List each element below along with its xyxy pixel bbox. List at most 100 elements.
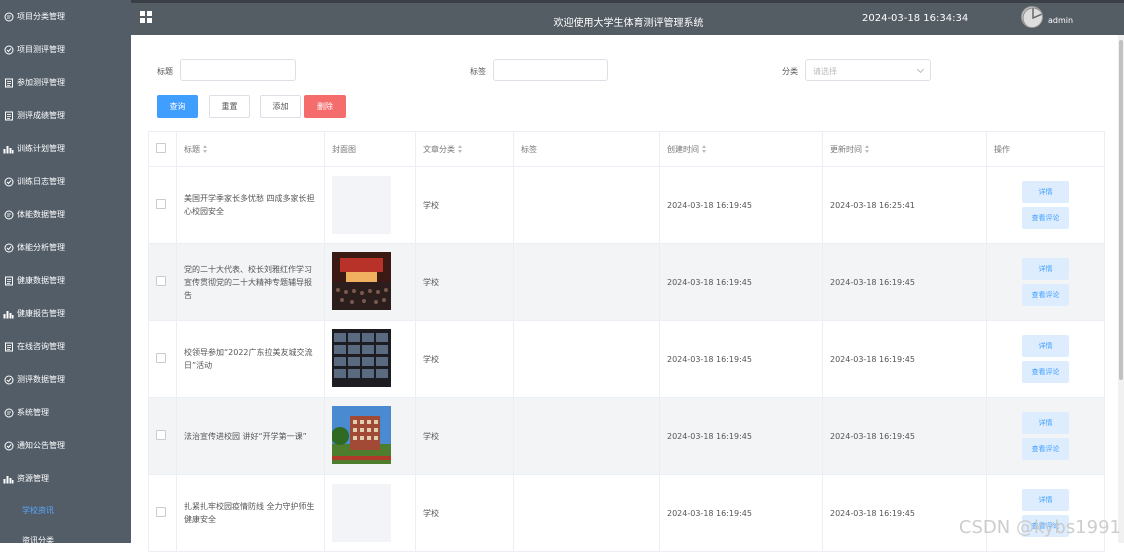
detail-button[interactable]: 详情 — [1022, 489, 1069, 511]
cell-actions: 详情 查看评论 — [986, 397, 1105, 475]
sidebar-item-label: 参加测评管理 — [17, 78, 65, 87]
query-button[interactable]: 查询 — [157, 95, 198, 118]
detail-button[interactable]: 详情 — [1022, 412, 1069, 434]
table-row[interactable]: 美国开学季家长多忧愁 四成多家长担心校园安全 学校 2024-03-18 16:19… — [148, 166, 1105, 244]
top-bar: 欢迎使用大学生体育测评管理系统 2024-03-18 16:34:34 admi… — [131, 0, 1124, 35]
sidebar-item[interactable]: 参加测评管理 — [0, 66, 131, 99]
bar-chart-icon — [3, 473, 14, 484]
cell-actions: 详情 查看评论 — [986, 320, 1105, 398]
category-select[interactable]: 请选择 — [805, 59, 931, 81]
sidebar-item[interactable]: 训练日志管理 — [0, 165, 131, 198]
sort-icon[interactable] — [203, 145, 208, 153]
table-row[interactable]: 扎紧扎牢校园疫情防线 全力守护师生健康安全 学校 2024-03-18 16:19:… — [148, 474, 1105, 552]
column-header-title[interactable]: 标题 — [176, 131, 325, 167]
table-row[interactable]: 法治宣传进校园 讲好“开学第一课” 学校 2024-03-18 16:19:45 20… — [148, 397, 1105, 475]
view-comments-button[interactable]: 查看评论 — [1022, 207, 1069, 229]
avatar[interactable] — [1021, 6, 1043, 28]
chat-icon — [3, 11, 14, 22]
cell-category: 学校 — [415, 243, 514, 321]
column-header-updated[interactable]: 更新时间 — [822, 131, 987, 167]
cell-created: 2024-03-18 16:19:45 — [659, 397, 823, 475]
table-row[interactable]: 校领导参加“2022广东拉美友城交流日”活动 学校 2024-03-18 16:19… — [148, 320, 1105, 398]
sidebar-item[interactable]: 测评成绩管理 — [0, 99, 131, 132]
sidebar-item[interactable]: 健康数据管理 — [0, 264, 131, 297]
cell-title: 党的二十大代表、校长刘雅红作学习宣传贯彻党的二十大精神专题辅导报告 — [176, 243, 325, 321]
detail-button[interactable]: 详情 — [1022, 258, 1069, 280]
reset-button[interactable]: 重置 — [209, 95, 250, 118]
detail-button[interactable]: 详情 — [1022, 335, 1069, 357]
row-checkbox[interactable] — [156, 430, 166, 440]
cell-category: 学校 — [415, 474, 514, 552]
check-circle-icon — [3, 44, 14, 55]
column-header-actions-label: 操作 — [994, 144, 1010, 154]
view-comments-button[interactable]: 查看评论 — [1022, 361, 1069, 383]
cover-image-campus-building — [331, 406, 391, 464]
sidebar-item[interactable]: 在线咨询管理 — [0, 330, 131, 363]
sidebar-subitem-news-category[interactable]: 资讯分类 — [0, 525, 131, 544]
row-checkbox[interactable] — [156, 353, 166, 363]
sidebar-item-label: 测评成绩管理 — [17, 111, 65, 120]
title-filter-label: 标题 — [157, 67, 173, 76]
cell-cover — [324, 320, 416, 398]
sidebar-item[interactable]: 项目分类管理 — [0, 0, 131, 33]
sidebar-item[interactable]: 体能分析管理 — [0, 231, 131, 264]
cover-image-placeholder — [332, 484, 391, 542]
sidebar-item-label: 健康数据管理 — [17, 276, 65, 285]
scrollbar[interactable] — [1118, 35, 1124, 543]
sort-icon[interactable] — [702, 145, 707, 153]
scrollbar-thumb[interactable] — [1119, 40, 1123, 380]
category-filter-label: 分类 — [782, 67, 798, 76]
row-select-cell — [148, 474, 177, 552]
detail-button[interactable]: 详情 — [1022, 181, 1069, 203]
sidebar-item[interactable]: 资源管理 — [0, 462, 131, 495]
sidebar-item-label: 健康报告管理 — [17, 309, 65, 318]
select-all-cell — [148, 131, 177, 167]
check-circle-icon — [3, 242, 14, 253]
row-checkbox[interactable] — [156, 276, 166, 286]
row-select-cell — [148, 166, 177, 244]
document-icon — [3, 77, 14, 88]
sidebar-item[interactable]: 健康报告管理 — [0, 297, 131, 330]
cell-tag — [513, 320, 660, 398]
sidebar-item-label: 训练计划管理 — [17, 144, 65, 153]
sidebar-item[interactable]: 系统管理 — [0, 396, 131, 429]
cell-tag — [513, 397, 660, 475]
view-comments-button[interactable]: 查看评论 — [1022, 438, 1069, 460]
sidebar-item[interactable]: 训练计划管理 — [0, 132, 131, 165]
cell-cover — [324, 474, 416, 552]
row-checkbox[interactable] — [156, 507, 166, 517]
sidebar-item[interactable]: 测评数据管理 — [0, 363, 131, 396]
sidebar: 项目分类管理项目测评管理参加测评管理 测评成绩管理 训练计划管理训练日志管理 体能数据… — [0, 0, 131, 543]
sidebar-item-label: 体能分析管理 — [17, 243, 65, 252]
table-row[interactable]: 党的二十大代表、校长刘雅红作学习宣传贯彻党的二十大精神专题辅导报告 学校 2024-… — [148, 243, 1105, 321]
tag-filter-input[interactable] — [493, 59, 608, 81]
select-all-checkbox[interactable] — [156, 143, 166, 153]
view-comments-button[interactable]: 查看评论 — [1022, 284, 1069, 306]
cell-cover — [324, 243, 416, 321]
column-header-category[interactable]: 文章分类 — [415, 131, 514, 167]
sidebar-item[interactable]: 通知公告管理 — [0, 429, 131, 462]
cell-updated: 2024-03-18 16:19:45 — [822, 474, 987, 552]
document-icon — [3, 341, 14, 352]
cell-actions: 详情 查看评论 — [986, 166, 1105, 244]
sidebar-subitem-school-news[interactable]: 学校资讯 — [0, 495, 131, 525]
sidebar-item[interactable]: 体能数据管理 — [0, 198, 131, 231]
cell-category: 学校 — [415, 166, 514, 244]
row-checkbox[interactable] — [156, 199, 166, 209]
sidebar-item[interactable]: 项目测评管理 — [0, 33, 131, 66]
column-header-created[interactable]: 创建时间 — [659, 131, 823, 167]
username[interactable]: admin — [1048, 16, 1073, 25]
chat-icon — [3, 407, 14, 418]
row-select-cell — [148, 243, 177, 321]
cell-created: 2024-03-18 16:19:45 — [659, 166, 823, 244]
sidebar-item-label: 在线咨询管理 — [17, 342, 65, 351]
cell-updated: 2024-03-18 16:19:45 — [822, 243, 987, 321]
column-header-created-label: 创建时间 — [667, 144, 699, 154]
delete-button[interactable]: 删除 — [304, 95, 346, 118]
title-filter-input[interactable] — [180, 59, 296, 81]
sort-icon[interactable] — [865, 145, 870, 153]
sort-icon[interactable] — [458, 145, 463, 153]
column-header-tag-label: 标签 — [521, 144, 537, 154]
sidebar-item-label: 项目分类管理 — [17, 12, 65, 21]
add-button[interactable]: 添加 — [260, 95, 301, 118]
